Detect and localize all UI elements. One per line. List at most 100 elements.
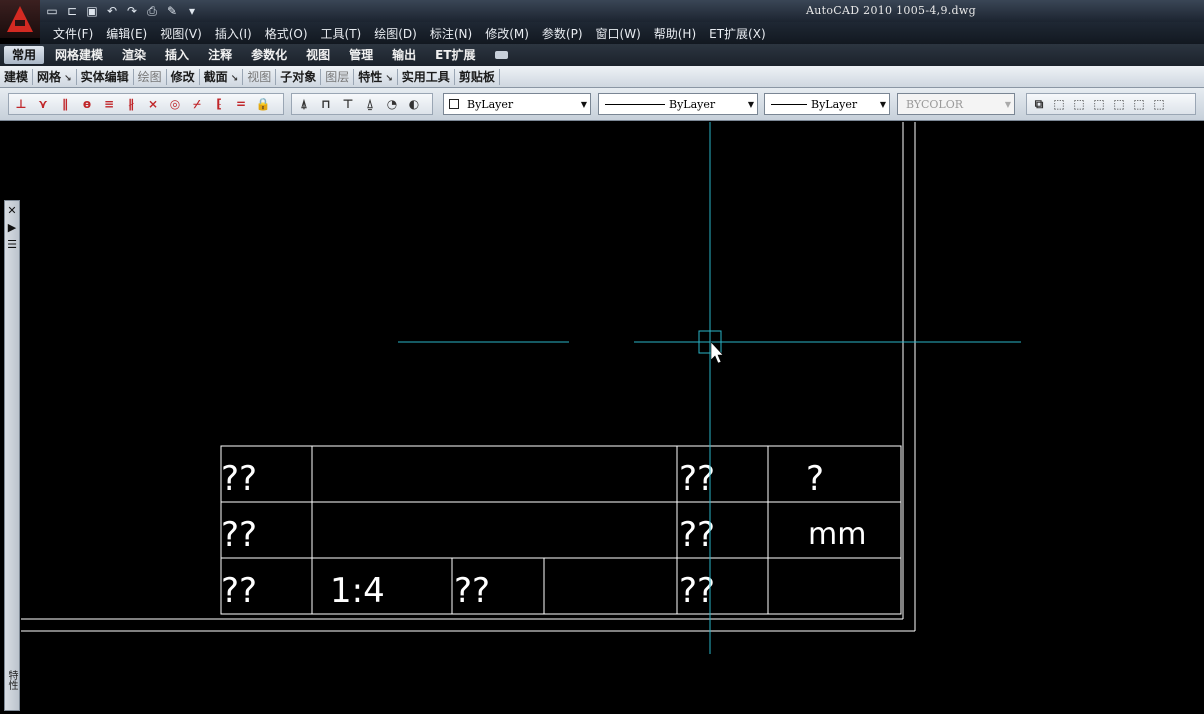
panel-label-text: 子对象 <box>280 69 317 84</box>
snap-perpendicular-icon[interactable]: ⋎ <box>35 96 51 112</box>
panel-label-text: 实体编辑 <box>80 69 129 84</box>
ribbon-panel-label[interactable]: 视图 <box>243 68 277 85</box>
layer-freeze-icon[interactable]: ⊤ <box>340 96 356 112</box>
ribbon-tab[interactable]: 输出 <box>384 46 424 64</box>
tb-r3-c3: ?? <box>454 571 490 611</box>
ribbon-panel-label[interactable]: 图层 <box>321 68 355 85</box>
properties-palette: ✕ ▶ ☰ 特性 <box>4 200 20 711</box>
viewport-icon[interactable]: ⧉ <box>1031 96 1047 112</box>
ribbon-panel-label[interactable]: 网格 ↘ <box>33 68 77 85</box>
layer-iso-icon[interactable]: ⍙ <box>362 96 378 112</box>
menu-item[interactable]: 插入(I) <box>215 25 252 42</box>
menu-item[interactable]: 视图(V) <box>160 25 202 42</box>
menu-item[interactable]: 格式(O) <box>265 25 308 42</box>
ribbon-panel-label[interactable]: 子对象 <box>276 68 322 85</box>
chevron-down-icon: ▼ <box>879 99 887 109</box>
layer-unlock-icon[interactable]: ◐ <box>406 96 422 112</box>
layer-lock-icon[interactable]: ⊓ <box>318 96 334 112</box>
view-right-icon[interactable]: ⬚ <box>1111 96 1127 112</box>
lineweight-combo[interactable]: ByLayer ▼ <box>764 93 890 115</box>
menu-bar: 文件(F) 编辑(E) 视图(V) 插入(I) 格式(O) 工具(T) 绘图(D) 标注(N)… <box>40 22 1204 44</box>
ribbon-panel-label[interactable]: 特性 ↘ <box>354 68 398 85</box>
snap-endpoint-icon[interactable]: ⊥ <box>13 96 29 112</box>
snap-bracket-icon[interactable]: ⁅ <box>211 96 227 112</box>
view-back-icon[interactable]: ⬚ <box>1131 96 1147 112</box>
ribbon-tab[interactable]: 常用 <box>4 46 45 64</box>
ribbon-tab[interactable]: 视图 <box>298 46 338 64</box>
lineweight-preview <box>771 103 807 105</box>
ribbon-tab[interactable]: 渲染 <box>114 46 154 64</box>
palette-properties-icon[interactable]: ☰ <box>6 239 18 251</box>
panel-expand-icon[interactable]: ↘ <box>64 74 72 84</box>
ribbon-panel-label[interactable]: 实用工具 <box>398 68 455 85</box>
autohide-icon[interactable]: ▶ <box>6 222 18 234</box>
menu-item[interactable]: 工具(T) <box>321 25 362 42</box>
menu-item[interactable]: 编辑(E) <box>106 25 147 42</box>
ribbon-panel-label[interactable]: 建模 <box>0 68 34 85</box>
tb-r1-c1: ?? <box>221 459 257 499</box>
menu-item[interactable]: ET扩展(X) <box>709 25 766 42</box>
linetype-combo[interactable]: ByLayer ▼ <box>598 93 758 115</box>
snap-parallel-icon[interactable]: ∥ <box>57 96 73 112</box>
view-top-icon[interactable]: ⬚ <box>1071 96 1087 112</box>
dropdown-icon[interactable]: ▾ <box>184 3 200 19</box>
title-bar: ▭ ⊏ ▣ ↶ ↷ ⎙ ✎ ▾ AutoCAD 2010 1005-4,9.dwg <box>0 0 1204 22</box>
linetype-preview <box>605 103 665 105</box>
ribbon-panel-label[interactable]: 截面 ↘ <box>200 68 244 85</box>
properties-icon[interactable]: ✎ <box>164 3 180 19</box>
drawing-canvas[interactable]: ?? ?? ? ?? ?? mm ?? 1:4 ?? ?? <box>0 122 1204 711</box>
plot-icon[interactable]: ⎙ <box>144 3 160 19</box>
ribbon-tab[interactable]: 注释 <box>200 46 240 64</box>
color-combo-value: ByLayer <box>467 97 514 111</box>
ribbon-tab[interactable]: 网格建模 <box>47 46 111 64</box>
menu-item[interactable]: 绘图(D) <box>374 25 417 42</box>
ribbon-tab[interactable]: 管理 <box>341 46 381 64</box>
view-iso-icon[interactable]: ⬚ <box>1151 96 1167 112</box>
ribbon-minimize-button[interactable] <box>494 51 508 59</box>
view-front-icon[interactable]: ⬚ <box>1051 96 1067 112</box>
ribbon-tab[interactable]: 参数化 <box>243 46 295 64</box>
plotstyle-combo[interactable]: BYCOLOR ▼ <box>897 93 1015 115</box>
menu-item[interactable]: 帮助(H) <box>654 25 696 42</box>
open-icon[interactable]: ⊏ <box>64 3 80 19</box>
panel-label-text: 剪贴板 <box>458 69 495 84</box>
ribbon-panel-label[interactable]: 绘图 <box>134 68 167 85</box>
snap-circle-icon[interactable]: ◎ <box>167 96 183 112</box>
snap-construction-icon[interactable]: ∦ <box>123 96 139 112</box>
snap-intersection-icon[interactable]: ⨯ <box>145 96 161 112</box>
close-icon[interactable]: ✕ <box>6 205 18 217</box>
new-icon[interactable]: ▭ <box>44 3 60 19</box>
view-left-icon[interactable]: ⬚ <box>1091 96 1107 112</box>
snap-tangent-icon[interactable]: ɵ <box>79 96 95 112</box>
lock-icon[interactable]: 🔒 <box>255 96 271 112</box>
object-snap-toolbar: ⊥ ⋎ ∥ ɵ ≡ ∦ ⨯ ◎ ⌿ ⁅ = 🔒 <box>8 93 284 115</box>
snap-trim-icon[interactable]: ⌿ <box>189 96 205 112</box>
panel-expand-icon[interactable]: ↘ <box>385 74 393 84</box>
layer-off-icon[interactable]: ◔ <box>384 96 400 112</box>
snap-equal-icon[interactable]: = <box>233 96 249 112</box>
layer-walk-icon[interactable]: ⍋ <box>296 96 312 112</box>
menu-item[interactable]: 参数(P) <box>542 25 583 42</box>
ribbon-tab[interactable]: 插入 <box>157 46 197 64</box>
menu-item[interactable]: 修改(M) <box>485 25 529 42</box>
tb-r2-c4: mm <box>808 517 866 552</box>
ribbon-panel-label[interactable]: 实体编辑 <box>77 68 134 85</box>
color-combo[interactable]: ByLayer ▼ <box>443 93 591 115</box>
panel-expand-icon[interactable]: ↘ <box>231 74 239 84</box>
plotstyle-combo-value: BYCOLOR <box>906 97 963 111</box>
chevron-down-icon: ▼ <box>747 99 755 109</box>
ribbon-tab[interactable]: ET扩展 <box>427 46 483 64</box>
menu-item[interactable]: 窗口(W) <box>596 25 641 42</box>
tb-r3-c2: 1:4 <box>330 571 385 611</box>
redo-icon[interactable]: ↷ <box>124 3 140 19</box>
snap-hatch-icon[interactable]: ≡ <box>101 96 117 112</box>
menu-item[interactable]: 文件(F) <box>53 25 93 42</box>
save-icon[interactable]: ▣ <box>84 3 100 19</box>
view-toolbar: ⧉ ⬚ ⬚ ⬚ ⬚ ⬚ ⬚ <box>1026 93 1196 115</box>
menu-item[interactable]: 标注(N) <box>430 25 472 42</box>
undo-icon[interactable]: ↶ <box>104 3 120 19</box>
ribbon-panel-label[interactable]: 剪贴板 <box>455 68 500 85</box>
panel-label-text: 图层 <box>325 69 350 84</box>
ribbon-panel-label[interactable]: 修改 <box>167 68 200 85</box>
application-menu-button[interactable] <box>0 0 40 38</box>
